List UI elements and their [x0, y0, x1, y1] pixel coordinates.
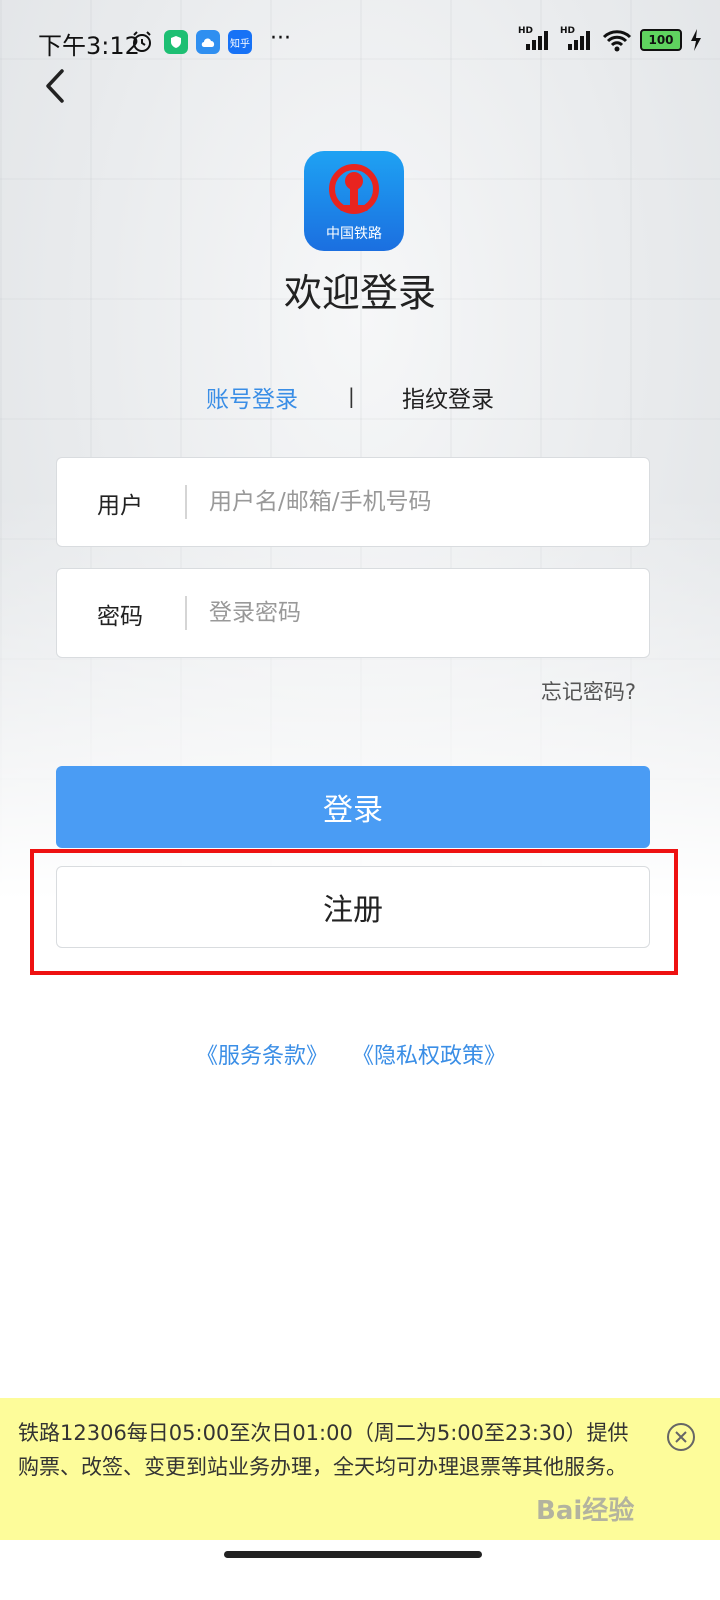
- logo-label: 中国铁路: [326, 226, 382, 242]
- cloud-app-icon: [196, 30, 220, 54]
- tab-fingerprint-login[interactable]: 指纹登录: [402, 380, 494, 414]
- wifi-icon: [602, 28, 632, 52]
- status-time: 下午3:12: [38, 32, 140, 60]
- username-label: 用户: [97, 493, 143, 519]
- status-bar: 下午3:12 知乎 ··· HD HD 100: [0, 0, 720, 82]
- forgot-password-link[interactable]: 忘记密码?: [541, 676, 636, 706]
- shield-app-icon: [164, 30, 188, 54]
- back-chevron-icon[interactable]: [36, 66, 76, 106]
- home-indicator[interactable]: [224, 1551, 482, 1558]
- signal-icon-2: HD: [560, 26, 594, 52]
- close-icon[interactable]: [666, 1422, 696, 1452]
- terms-of-service-link[interactable]: 《服务条款》: [196, 1038, 328, 1070]
- railway-emblem-icon: [329, 164, 379, 214]
- zhihu-app-icon: 知乎: [228, 30, 252, 54]
- tab-divider: |: [348, 384, 355, 408]
- register-button[interactable]: 注册: [56, 866, 650, 948]
- page-title: 欢迎登录: [283, 271, 436, 315]
- privacy-policy-link[interactable]: 《隐私权政策》: [352, 1038, 506, 1070]
- tab-account-login[interactable]: 账号登录: [206, 380, 298, 414]
- password-label: 密码: [97, 604, 143, 630]
- status-right: HD HD 100: [518, 26, 702, 52]
- signal-icon: HD: [518, 26, 552, 52]
- more-icon: ···: [270, 26, 291, 51]
- password-field[interactable]: 密码: [56, 568, 650, 658]
- username-input[interactable]: [207, 476, 631, 528]
- field-separator: [185, 596, 187, 630]
- login-button[interactable]: 登录: [56, 766, 650, 848]
- field-separator: [185, 485, 187, 519]
- battery-icon: 100: [640, 29, 682, 51]
- charging-icon: [690, 29, 702, 51]
- notice-text: 铁路12306每日05:00至次日01:00（周二为5:00至23:30）提供购…: [18, 1421, 629, 1479]
- app-logo: 中国铁路: [304, 151, 404, 251]
- alarm-icon: [130, 30, 154, 54]
- baidu-watermark: Bai经验: [536, 1496, 635, 1526]
- username-field[interactable]: 用户: [56, 457, 650, 547]
- password-input[interactable]: [207, 587, 631, 639]
- station-background: [0, 0, 720, 900]
